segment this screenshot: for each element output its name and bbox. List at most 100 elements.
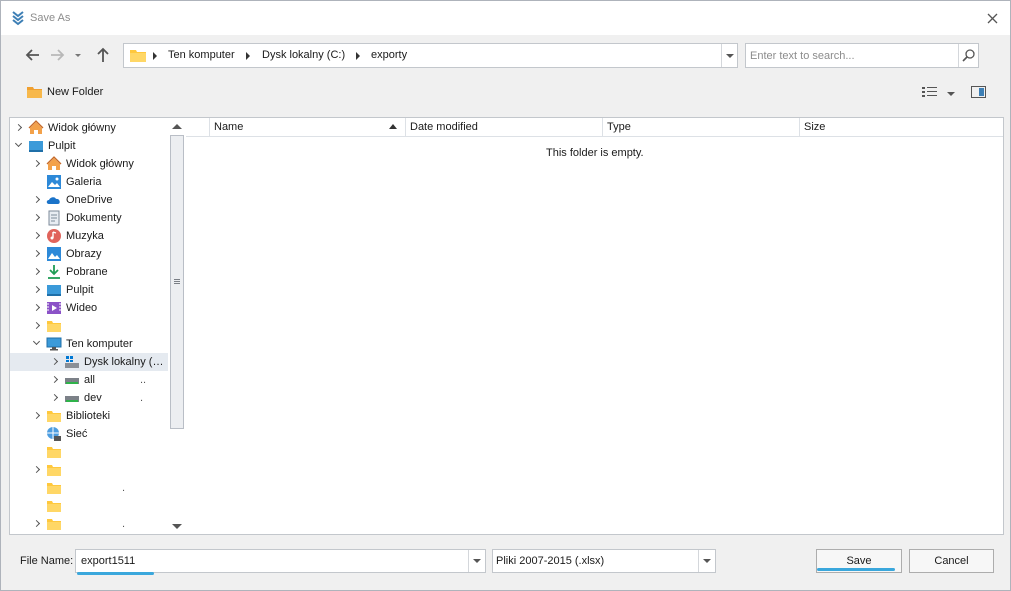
- tree-scrollbar[interactable]: [168, 118, 186, 534]
- file-name-highlight-underline: [77, 572, 154, 575]
- tree-item[interactable]: Obrazy: [10, 245, 168, 263]
- tree-item[interactable]: Ten komputer: [10, 335, 168, 353]
- view-mode-button[interactable]: [921, 85, 938, 102]
- tree-item[interactable]: all..: [10, 371, 168, 389]
- tree-item[interactable]: Muzyka: [10, 227, 168, 245]
- tree-item[interactable]: Pobrane: [10, 263, 168, 281]
- chevron-right-icon[interactable]: [32, 321, 41, 330]
- column-header-name[interactable]: Name: [210, 118, 406, 137]
- chevron-right-icon[interactable]: [32, 159, 41, 168]
- chevron-right-icon[interactable]: [32, 465, 41, 474]
- tree-item-label: Pulpit: [66, 284, 94, 296]
- chevron-right-icon[interactable]: [14, 123, 23, 132]
- file-type-dropdown[interactable]: [698, 550, 715, 572]
- chevron-down-icon[interactable]: [32, 337, 41, 346]
- tree-item[interactable]: Pulpit: [10, 137, 168, 155]
- arrow-left-icon: [25, 49, 39, 61]
- recent-locations-dropdown[interactable]: [71, 45, 85, 65]
- dialog-content: Ten komputer Dysk lokalny (C:) exporty N…: [7, 35, 1004, 588]
- chevron-right-icon[interactable]: [32, 411, 41, 420]
- tree-item[interactable]: Widok główny: [10, 119, 168, 137]
- tree-item[interactable]: [10, 317, 168, 335]
- tree-item[interactable]: dev.: [10, 389, 168, 407]
- file-list: Name Date modified Type Size This folder…: [186, 118, 1003, 534]
- back-button[interactable]: [23, 45, 43, 65]
- scroll-up-icon[interactable]: [172, 124, 182, 129]
- up-button[interactable]: [93, 45, 113, 65]
- chevron-right-icon[interactable]: [32, 195, 41, 204]
- tree-item-extra: ..: [140, 374, 147, 386]
- tree-item-label: Obrazy: [66, 248, 102, 260]
- chevron-right-icon[interactable]: [32, 231, 41, 240]
- tree-item[interactable]: [10, 461, 168, 479]
- tree-item-label: Dokumenty: [66, 212, 122, 224]
- scrollbar-thumb[interactable]: [170, 135, 184, 429]
- column-label-date-modified: Date modified: [410, 121, 478, 133]
- breadcrumb-separator: [356, 52, 360, 60]
- desktop-icon: [29, 141, 43, 152]
- column-header-date-modified[interactable]: Date modified: [406, 118, 603, 137]
- tree-item[interactable]: Sieć: [10, 425, 168, 443]
- tree-item[interactable]: OneDrive: [10, 191, 168, 209]
- breadcrumb-exporty[interactable]: exporty: [371, 49, 407, 61]
- folder-icon: [47, 447, 61, 458]
- tree-item[interactable]: Biblioteki: [10, 407, 168, 425]
- tree-item-label: Galeria: [66, 176, 102, 188]
- cancel-button[interactable]: Cancel: [909, 549, 994, 573]
- chevron-right-icon[interactable]: [50, 393, 59, 402]
- tree-item-label: Pulpit: [48, 140, 76, 152]
- tree-item[interactable]: Dysk lokalny (…: [10, 353, 168, 371]
- chevron-down-icon: [947, 92, 955, 96]
- search-button[interactable]: [958, 44, 978, 67]
- chevron-right-icon[interactable]: [32, 285, 41, 294]
- breadcrumb-dysk-lokalny[interactable]: Dysk lokalny (C:): [262, 49, 345, 61]
- file-type-select[interactable]: Pliki 2007-2015 (.xlsx): [492, 549, 716, 573]
- search-input[interactable]: [748, 46, 956, 65]
- file-type-value: Pliki 2007-2015 (.xlsx): [496, 555, 605, 567]
- drive-icon: [65, 396, 79, 402]
- breadcrumb-ten-komputer[interactable]: Ten komputer: [168, 49, 235, 61]
- address-bar[interactable]: Ten komputer Dysk lokalny (C:) exporty: [123, 43, 738, 68]
- scroll-down-icon[interactable]: [172, 524, 182, 529]
- navigation-tree: Widok główny Pulpit Widok główny Galeria One…: [10, 118, 168, 534]
- chevron-right-icon[interactable]: [50, 375, 59, 384]
- tree-item[interactable]: Dokumenty: [10, 209, 168, 227]
- downloads-icon: [48, 265, 60, 279]
- column-header-size[interactable]: Size: [800, 118, 1003, 137]
- tree-item[interactable]: Wideo: [10, 299, 168, 317]
- tree-item-label: Widok główny: [48, 122, 116, 134]
- tree-item-label: dev: [84, 392, 102, 404]
- new-folder-icon: [27, 87, 42, 98]
- chevron-right-icon[interactable]: [32, 249, 41, 258]
- file-name-history-dropdown[interactable]: [468, 550, 485, 572]
- chevron-right-icon[interactable]: [32, 303, 41, 312]
- chevron-right-icon[interactable]: [32, 519, 41, 528]
- file-name-input[interactable]: [79, 552, 464, 570]
- gallery-icon: [47, 175, 61, 189]
- preview-pane-button[interactable]: [971, 85, 986, 102]
- chevron-down-icon[interactable]: [14, 139, 23, 148]
- tree-item[interactable]: [10, 443, 168, 461]
- view-mode-dropdown[interactable]: [947, 88, 955, 100]
- chevron-right-icon[interactable]: [32, 213, 41, 222]
- column-header-type[interactable]: Type: [603, 118, 800, 137]
- close-icon[interactable]: [987, 13, 998, 24]
- address-history-dropdown[interactable]: [721, 44, 737, 67]
- tree-item[interactable]: Pulpit: [10, 281, 168, 299]
- tree-item-label: Wideo: [66, 302, 98, 314]
- new-folder-button[interactable]: New Folder: [27, 84, 103, 100]
- tree-item-label: Ten komputer: [66, 338, 133, 350]
- empty-folder-message: This folder is empty.: [546, 147, 644, 159]
- tree-item[interactable]: [10, 497, 168, 515]
- tree-item[interactable]: .: [10, 515, 168, 533]
- chevron-right-icon[interactable]: [50, 357, 59, 366]
- home-icon: [46, 156, 62, 170]
- tree-item[interactable]: .: [10, 479, 168, 497]
- window-title: Save As: [30, 12, 71, 24]
- file-name-field: [75, 549, 486, 573]
- tree-item-extra: .: [122, 482, 126, 494]
- chevron-right-icon[interactable]: [32, 267, 41, 276]
- forward-button[interactable]: [47, 45, 67, 65]
- tree-item[interactable]: Galeria: [10, 173, 168, 191]
- tree-item[interactable]: Widok główny: [10, 155, 168, 173]
